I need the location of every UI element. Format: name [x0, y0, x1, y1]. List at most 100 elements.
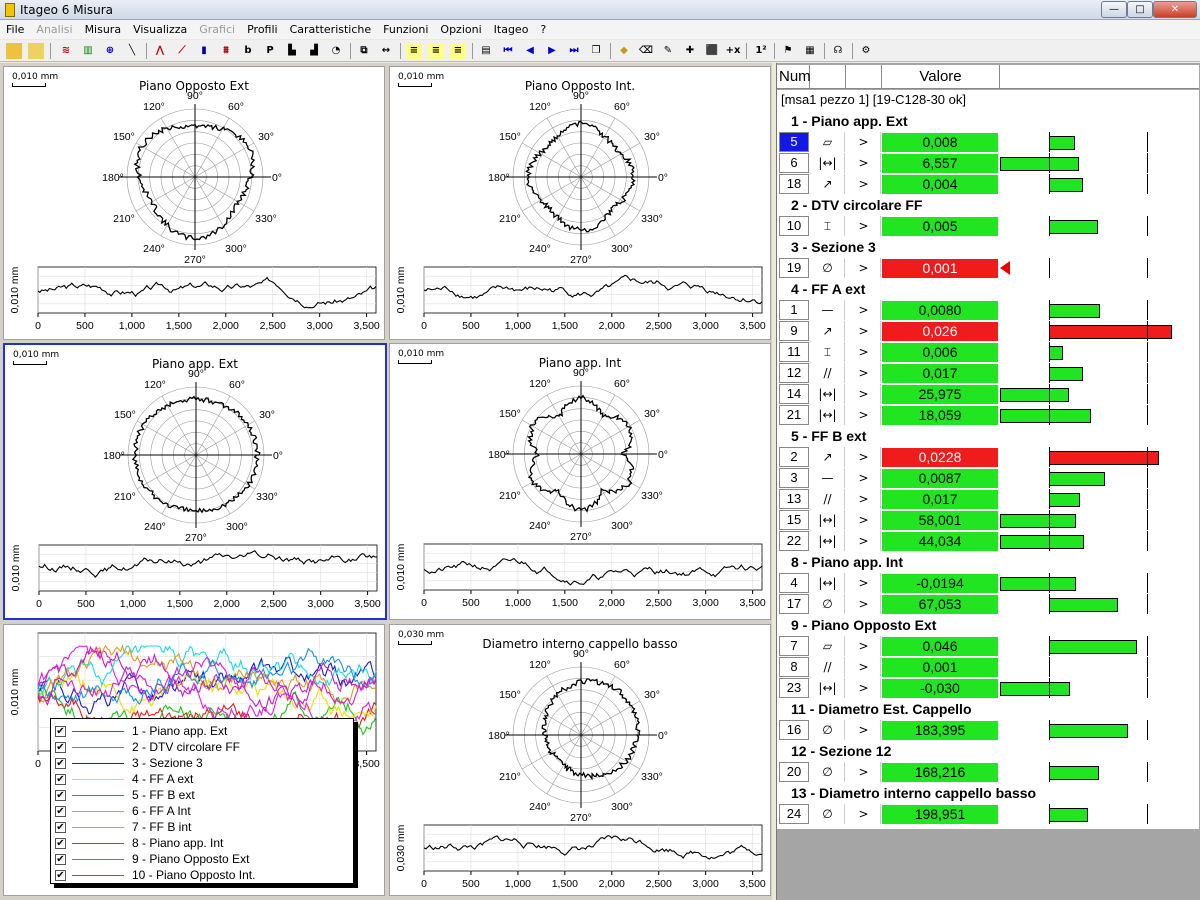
row-num[interactable]: 6: [779, 153, 809, 173]
panel-piano-app-int[interactable]: 0,010 mm Piano app. Int 90° 60° 30° 0° 330° 3…: [389, 343, 771, 620]
note3-icon[interactable]: ≡: [450, 43, 466, 59]
col-valore-header[interactable]: Valore: [882, 65, 1000, 89]
crosshair-icon[interactable]: ⊕: [102, 43, 118, 59]
tag-icon[interactable]: ⬛: [704, 43, 720, 59]
legend-item[interactable]: ✔ 1 - Piano app. Ext: [55, 723, 227, 739]
row-num[interactable]: 11: [779, 342, 809, 362]
menu-6[interactable]: Caratteristiche: [290, 23, 372, 36]
table-row[interactable]: 22 |↔| >44,034: [777, 531, 1199, 551]
p-button[interactable]: P: [262, 43, 278, 59]
legend-checkbox[interactable]: ✔: [55, 757, 66, 769]
row-num[interactable]: 8: [779, 657, 809, 677]
table-row[interactable]: 4 |↔| > -0,0194: [777, 573, 1199, 593]
menu-3[interactable]: Visualizza: [133, 23, 187, 36]
menu-4[interactable]: Grafici: [199, 23, 235, 36]
legend-item[interactable]: ✔ 6 - FF A Int: [55, 803, 191, 819]
table-row[interactable]: 9 ↗ >0,026: [777, 321, 1199, 341]
col-sym-header[interactable]: [810, 65, 846, 89]
window-icon[interactable]: ⧉: [356, 43, 372, 59]
col-bar-header[interactable]: [1000, 65, 1199, 89]
table-row[interactable]: 19 ∅ >0,001: [777, 258, 1199, 278]
panel-piano-app-ext[interactable]: 0,010 mm Piano app. Ext 90° 60° 30° 0° 330° 3…: [3, 343, 387, 620]
panel-piano-opposto-ext[interactable]: 0,010 mm Piano Opposto Ext 90° 60° 30° 0° 33…: [3, 66, 385, 340]
legend-item[interactable]: ✔ 9 - Piano Opposto Ext: [55, 851, 249, 867]
table-row[interactable]: 2 ↗ >0,0228: [777, 447, 1199, 467]
row-num[interactable]: 4: [779, 573, 809, 593]
legend-checkbox[interactable]: ✔: [55, 805, 66, 817]
table-row[interactable]: 11 ⌶ >0,006: [777, 342, 1199, 362]
table-row[interactable]: 17 ∅ >67,053: [777, 594, 1199, 614]
lock-icon[interactable]: ☊: [830, 43, 846, 59]
note-icon[interactable]: ≡: [406, 43, 422, 59]
row-num[interactable]: 10: [779, 216, 809, 236]
settings-icon[interactable]: ⚙: [858, 43, 874, 59]
legend-checkbox[interactable]: ✔: [55, 837, 66, 849]
table-row[interactable]: 23 |↔| > -0,030: [777, 678, 1199, 698]
minimize-button[interactable]: —: [1101, 1, 1127, 18]
row-num[interactable]: 5: [779, 132, 809, 152]
row-num[interactable]: 21: [779, 405, 809, 425]
row-num[interactable]: 18: [779, 174, 809, 194]
maximize-button[interactable]: □: [1127, 1, 1153, 18]
table-row[interactable]: 15 |↔| >58,001: [777, 510, 1199, 530]
cross-icon[interactable]: ✚: [682, 43, 698, 59]
row-num[interactable]: 1: [779, 300, 809, 320]
stats-icon[interactable]: ▙: [284, 43, 300, 59]
menu-2[interactable]: Misura: [85, 23, 122, 36]
prev-icon[interactable]: ◀: [522, 43, 538, 59]
row-num[interactable]: 22: [779, 531, 809, 551]
table-row[interactable]: 5 ▱ >0,008: [777, 132, 1199, 152]
histogram-icon[interactable]: ⩩: [218, 43, 234, 59]
flag-icon[interactable]: ⚑: [780, 43, 796, 59]
table-row[interactable]: 20 ∅ >168,216: [777, 762, 1199, 782]
legend-item[interactable]: ✔ 7 - FF B int: [55, 819, 191, 835]
row-num[interactable]: 20: [779, 762, 809, 782]
table-row[interactable]: 24 ∅ >198,951: [777, 804, 1199, 824]
bars-icon[interactable]: ▥: [80, 43, 96, 59]
table-row[interactable]: 21 |↔| >18,059: [777, 405, 1199, 425]
row-num[interactable]: 19: [779, 258, 809, 278]
row-num[interactable]: 14: [779, 384, 809, 404]
menu-1[interactable]: Analisi: [36, 23, 72, 36]
table-row[interactable]: 13//>0,017: [777, 489, 1199, 509]
report-icon[interactable]: ◔: [328, 43, 344, 59]
legend-checkbox[interactable]: ✔: [55, 773, 66, 785]
menu-9[interactable]: Itageo: [494, 23, 529, 36]
legend-checkbox[interactable]: ✔: [55, 741, 66, 753]
line-chart-icon[interactable]: ⋀: [152, 43, 168, 59]
chart-lines-icon[interactable]: ≋: [58, 43, 74, 59]
row-num[interactable]: 13: [779, 489, 809, 509]
row-num[interactable]: 23: [779, 678, 809, 698]
note2-icon[interactable]: ≡: [428, 43, 444, 59]
table-row[interactable]: 7 ▱ >0,046: [777, 636, 1199, 656]
panel-diametro-interno[interactable]: 0,030 mm Diametro interno cappello basso…: [389, 624, 771, 896]
first-icon[interactable]: ⏮: [500, 43, 516, 59]
bar-chart-icon[interactable]: ▮: [196, 43, 212, 59]
panel-piano-opposto-int[interactable]: 0,010 mm Piano Opposto Int. 90° 60° 30° 0° 3…: [389, 66, 771, 340]
next-icon[interactable]: ▶: [544, 43, 560, 59]
row-num[interactable]: 15: [779, 510, 809, 530]
stats2-icon[interactable]: ▟: [306, 43, 322, 59]
edit-icon[interactable]: ✎: [660, 43, 676, 59]
probe-icon[interactable]: ╲: [124, 43, 140, 59]
row-num[interactable]: 9: [779, 321, 809, 341]
col-num-header[interactable]: Num: [777, 65, 811, 89]
legend-item[interactable]: ✔ 8 - Piano app. Int: [55, 835, 223, 851]
legend-checkbox[interactable]: ✔: [55, 821, 66, 833]
last-icon[interactable]: ⏭: [566, 43, 582, 59]
folder-icon[interactable]: [28, 43, 44, 59]
row-num[interactable]: 7: [779, 636, 809, 656]
menu-7[interactable]: Funzioni: [383, 23, 428, 36]
warning-icon[interactable]: ◆: [616, 43, 632, 59]
legend-item[interactable]: ✔ 5 - FF B ext: [55, 787, 195, 803]
table-row[interactable]: 3— >0,0087: [777, 468, 1199, 488]
database-icon[interactable]: ▤: [478, 43, 494, 59]
legend-item[interactable]: ✔ 2 - DTV circolare FF: [55, 739, 240, 755]
clear-icon[interactable]: ⌫: [638, 43, 654, 59]
menu-8[interactable]: Opzioni: [440, 23, 481, 36]
table-row[interactable]: 12//>0,017: [777, 363, 1199, 383]
menu-10[interactable]: ?: [540, 23, 546, 36]
table-row[interactable]: 14 |↔| >25,975: [777, 384, 1199, 404]
close-button[interactable]: ✕: [1153, 1, 1197, 18]
legend-checkbox[interactable]: ✔: [55, 853, 66, 865]
